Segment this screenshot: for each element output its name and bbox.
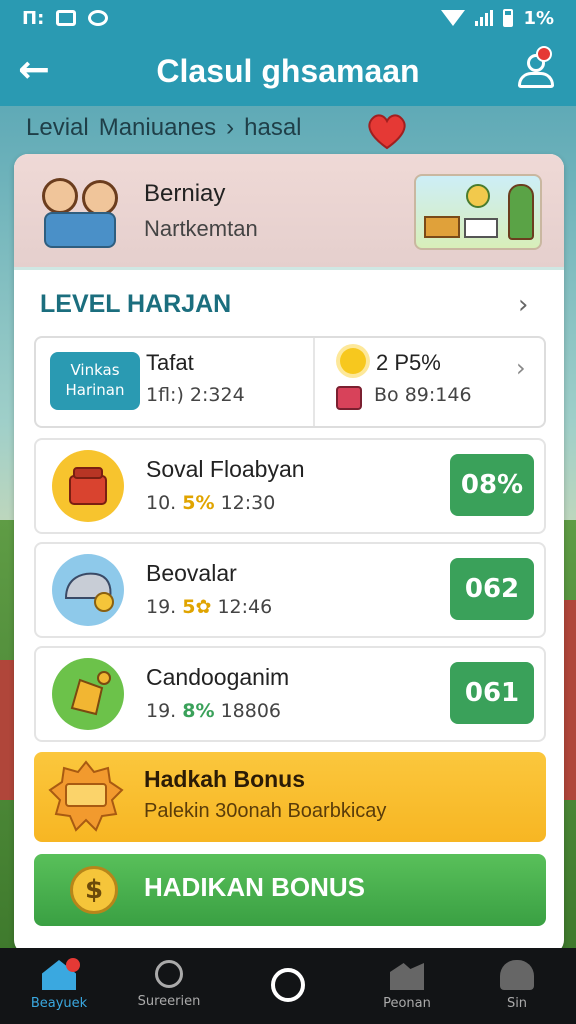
breadcrumb: Levial Maniuanes › hasal (26, 110, 302, 146)
breadcrumb-separator: › (226, 114, 235, 141)
summary-left-value: 1fl:) 2:324 (146, 384, 245, 406)
user-alert-button[interactable] (516, 46, 556, 92)
nav-home-circle[interactable] (233, 948, 343, 1024)
level-card: Berniay Nartkemtan LEVEL HARJAN › Vinkas… (14, 154, 564, 954)
page-title: Clasul ghsamaan (156, 52, 420, 89)
bucket-icon (52, 450, 124, 522)
status-bar: П: 1% (0, 0, 576, 36)
chevron-right-icon[interactable]: › (516, 354, 526, 382)
battery-percent: 1% (523, 7, 554, 29)
list-item[interactable]: Beovalar 19. 5✿ 12:46 062 (34, 542, 546, 638)
bottom-nav: Beayuek Sureerien Peonan Sin (0, 948, 576, 1024)
profile-icon (500, 960, 534, 990)
bell-icon (52, 658, 124, 730)
summary-right-value: Bo 89:146 (374, 384, 472, 406)
wifi-icon (441, 10, 466, 26)
circle-icon (271, 968, 305, 1002)
bonus-title: Hadkah Bonus (144, 766, 306, 792)
app-header: ← Clasul ghsamaan (0, 36, 576, 106)
task-score-badge[interactable]: 062 (450, 558, 534, 620)
nav-search[interactable]: Sureerien (114, 948, 224, 1024)
list-item[interactable]: Candooganim 19. 8% 18806 061 (34, 646, 546, 742)
search-icon (155, 960, 183, 988)
notification-dot (536, 46, 552, 62)
bonus-card[interactable]: Hadkah Bonus Palekin 30onah Boarbkicay (34, 752, 546, 842)
claim-bonus-label: HADIKAN BONUS (144, 872, 365, 902)
summary-divider (313, 338, 315, 426)
summary-right-title: 2 P5% (376, 350, 441, 375)
breadcrumb-current: hasal (244, 114, 302, 141)
breadcrumb-section[interactable]: Maniuanes (99, 114, 216, 142)
nav-shop[interactable]: Peonan (352, 948, 462, 1024)
breadcrumb-level[interactable]: Levial (26, 114, 89, 142)
notification-dot (66, 958, 80, 972)
ticket-badge-icon (48, 760, 124, 832)
profile-banner[interactable]: Berniay Nartkemtan (14, 154, 564, 270)
battery-icon (503, 9, 514, 27)
profile-name: Berniay (144, 180, 226, 207)
section-title: LEVEL HARJAN (40, 290, 232, 318)
daily-summary[interactable]: Vinkas Harinan Tafat 1fl:) 2:324 2 P5% B… (34, 336, 546, 428)
task-meta: 10. 5% 12:30 (146, 492, 276, 514)
study-illustration (414, 174, 542, 250)
profile-subtitle: Nartkemtan (144, 216, 258, 241)
task-title: Soval Floabyan (146, 456, 305, 482)
bonus-subtitle: Palekin 30onah Boarbkicay (144, 800, 387, 822)
nav-home[interactable]: Beayuek (4, 948, 114, 1024)
task-title: Beovalar (146, 560, 237, 586)
task-score-badge[interactable]: 061 (450, 662, 534, 724)
task-meta: 19. 5✿ 12:46 (146, 596, 273, 618)
notification-icon (56, 10, 77, 26)
avatar (40, 176, 124, 250)
task-meta: 19. 8% 18806 (146, 700, 282, 722)
helmet-icon (52, 554, 124, 626)
daily-badge: Vinkas Harinan (50, 352, 140, 410)
task-title: Candooganim (146, 664, 290, 690)
alarm-icon (88, 10, 109, 26)
task-score-badge[interactable]: 08% (450, 454, 534, 516)
chevron-right-icon[interactable]: › (518, 290, 528, 320)
list-item[interactable]: Soval Floabyan 10. 5% 12:30 08% (34, 438, 546, 534)
pot-icon (336, 386, 362, 410)
shop-icon (390, 963, 424, 990)
coin-icon: $ (70, 866, 118, 914)
summary-left-title: Tafat (146, 350, 194, 375)
sun-icon (340, 348, 366, 374)
status-time: П: (22, 7, 45, 29)
heart-icon[interactable] (364, 108, 410, 154)
back-arrow-icon[interactable]: ← (18, 50, 58, 90)
signal-icon (475, 10, 494, 26)
claim-bonus-button[interactable]: $ HADIKAN BONUS (34, 854, 546, 926)
nav-profile[interactable]: Sin (462, 948, 572, 1024)
